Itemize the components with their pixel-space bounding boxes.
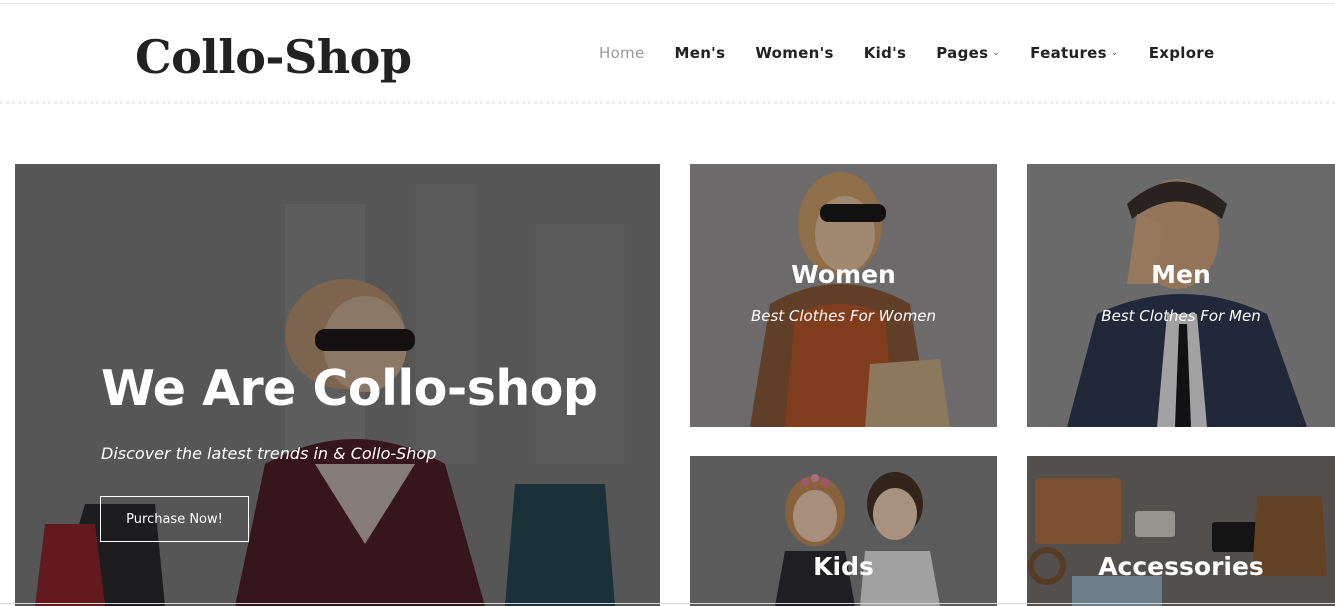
category-card-men[interactable]: Men Best Clothes For Men	[1027, 164, 1335, 427]
main-nav: Home Men's Women's Kid's Pages ⌄ Features…	[599, 44, 1244, 62]
nav-item-womens[interactable]: Women's	[755, 44, 833, 62]
nav-item-label: Pages	[936, 44, 989, 62]
nav-item-pages[interactable]: Pages ⌄	[936, 44, 1000, 62]
hero-title: We Are Collo-shop	[101, 360, 598, 417]
header-divider	[0, 101, 1335, 104]
card-title: Men	[1151, 260, 1211, 289]
purchase-now-button[interactable]: Purchase Now!	[100, 496, 249, 542]
card-overlay	[690, 456, 997, 606]
site-logo[interactable]: Collo-Shop	[135, 30, 412, 84]
card-subtitle: Best Clothes For Men	[1101, 307, 1261, 325]
card-overlay	[1027, 456, 1335, 606]
category-card-women[interactable]: Women Best Clothes For Women	[690, 164, 997, 427]
card-subtitle: Best Clothes For Women	[750, 307, 937, 325]
nav-item-kids[interactable]: Kid's	[864, 44, 907, 62]
nav-item-label: Kid's	[863, 44, 907, 62]
category-card-accessories[interactable]: Accessories	[1027, 456, 1335, 606]
chevron-down-icon: ⌄	[992, 48, 1001, 58]
site-header: Collo-Shop Home Men's Women's Kid's Page…	[0, 4, 1335, 102]
nav-item-explore[interactable]: Explore	[1149, 44, 1215, 62]
nav-item-label: Home	[599, 44, 645, 62]
card-title: Accessories	[1098, 552, 1264, 581]
card-title: Women	[791, 260, 896, 289]
card-overlay	[690, 164, 997, 427]
chevron-down-icon: ⌄	[1110, 48, 1119, 58]
nav-item-home[interactable]: Home	[599, 44, 645, 62]
nav-item-features[interactable]: Features ⌄	[1030, 44, 1119, 62]
card-title: Kids	[813, 552, 874, 581]
hero-subtitle: Discover the latest trends in & Collo-Sh…	[101, 444, 437, 463]
bottom-border	[0, 603, 1335, 604]
hero-banner: We Are Collo-shop Discover the latest tr…	[15, 164, 660, 606]
nav-item-label: Men's	[674, 44, 726, 62]
nav-item-mens[interactable]: Men's	[675, 44, 726, 62]
category-card-kids[interactable]: Kids	[690, 456, 997, 606]
nav-item-label: Women's	[755, 44, 834, 62]
nav-item-label: Explore	[1148, 44, 1215, 62]
nav-item-label: Features	[1030, 44, 1107, 62]
card-overlay	[1027, 164, 1335, 427]
